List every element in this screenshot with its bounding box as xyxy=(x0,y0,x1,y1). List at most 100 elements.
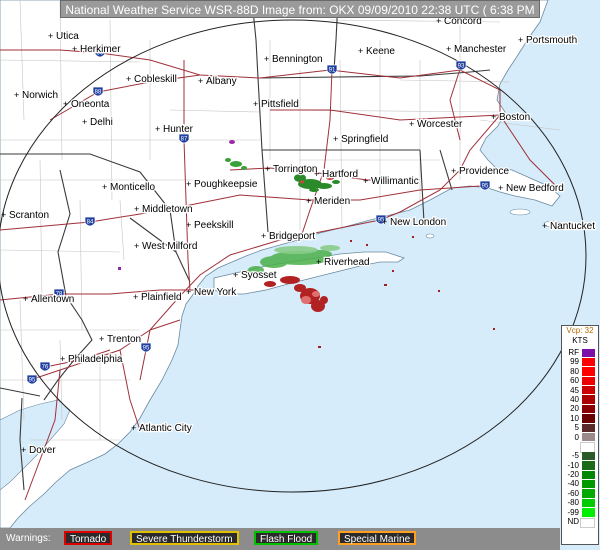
city-marker: + xyxy=(542,221,547,231)
legend-value: 20 xyxy=(570,404,579,414)
legend-swatch xyxy=(582,376,595,386)
city-marker: + xyxy=(133,292,138,302)
city-marker: + xyxy=(198,76,203,86)
city-name: Manchester xyxy=(454,44,507,55)
legend-value: 40 xyxy=(570,394,579,404)
legend-swatch xyxy=(582,386,595,395)
city-providence: + Providence xyxy=(451,165,511,179)
legend-swatch xyxy=(582,479,595,489)
city-name: New York xyxy=(194,287,237,298)
shield-number: 95 xyxy=(482,184,489,190)
legend-swatch xyxy=(582,508,595,517)
city-marker: + xyxy=(409,119,414,129)
city-portsmouth: + Portsmouth xyxy=(518,34,578,48)
city-name: Portsmouth xyxy=(526,35,577,46)
city-marker: + xyxy=(491,112,496,122)
city-name: Albany xyxy=(206,76,237,87)
city-marker: + xyxy=(14,90,19,100)
warning-flash-flood[interactable]: Flash Flood xyxy=(254,531,319,545)
city-atlantic-city: + Atlantic City xyxy=(131,422,193,436)
legend-swatch xyxy=(580,517,595,528)
city-philadelphia: + Philadelphia xyxy=(60,353,124,367)
legend-swatch xyxy=(582,461,595,470)
shield-number: 76 xyxy=(42,365,49,371)
city-name: Norwich xyxy=(22,90,58,101)
legend-swatch xyxy=(582,348,595,357)
city-name: New Bedford xyxy=(506,183,564,194)
legend-units: KTS xyxy=(572,336,588,345)
legend-value: 60 xyxy=(570,376,579,386)
shield-number: 93 xyxy=(458,64,465,70)
warning-special-marine[interactable]: Special Marine xyxy=(338,531,417,545)
city-name: Torrington xyxy=(273,164,317,175)
interstate-shield-icon: 91 xyxy=(326,64,338,75)
city-worcester: + Worcester xyxy=(409,118,464,132)
city-bridgeport: + Bridgeport xyxy=(261,230,317,244)
city-name: Syosset xyxy=(241,270,277,281)
interstate-shield-icon: 76 xyxy=(39,361,51,372)
city-allentown: + Allentown xyxy=(23,293,76,307)
city-marker: + xyxy=(63,99,68,109)
legend-row: -99 xyxy=(562,508,598,517)
city-marker: + xyxy=(134,204,139,214)
city-middletown: + Middletown xyxy=(134,203,194,217)
legend-value: -99 xyxy=(567,507,579,517)
city-willimantic: + Willimantic xyxy=(363,175,420,189)
legend-value: 10 xyxy=(570,413,579,423)
city-bennington: + Bennington xyxy=(264,53,324,67)
city-marker: + xyxy=(102,182,107,192)
shield-number: 95 xyxy=(143,346,150,352)
legend-swatch xyxy=(582,451,595,461)
city-marker: + xyxy=(23,294,28,304)
city-name: Dover xyxy=(29,445,56,456)
legend-value: 80 xyxy=(570,366,579,376)
city-name: Utica xyxy=(56,31,79,42)
legend-swatch xyxy=(582,395,595,404)
marthas-vineyard xyxy=(509,208,531,216)
legend-value: ND xyxy=(567,517,579,527)
legend-row xyxy=(562,442,598,453)
city-peekskill: + Peekskill xyxy=(186,219,235,233)
city-marker: + xyxy=(306,196,311,206)
echo-rf xyxy=(229,140,235,144)
city-delhi: + Delhi xyxy=(82,116,114,130)
city-marker: + xyxy=(446,44,451,54)
city-marker: + xyxy=(134,241,139,251)
legend-value: -60 xyxy=(567,488,579,498)
city-herkimer: + Herkimer xyxy=(72,43,122,57)
city-name: Bennington xyxy=(272,54,323,65)
legend-row: 80 xyxy=(562,367,598,376)
city-name: Herkimer xyxy=(80,44,121,55)
city-name: Philadelphia xyxy=(68,354,123,365)
legend-swatch xyxy=(582,414,595,423)
legend-value: -80 xyxy=(567,498,579,508)
page-title: National Weather Service WSR-88D Image f… xyxy=(60,0,540,35)
warning-tornado[interactable]: Tornado xyxy=(64,531,113,545)
city-name: Springfield xyxy=(341,134,388,145)
interstate-shield-icon: 84 xyxy=(84,216,96,227)
city-marker: + xyxy=(316,257,321,267)
legend-row: -80 xyxy=(562,498,598,507)
city-name: Nantucket xyxy=(550,221,595,232)
shield-number: 84 xyxy=(87,220,94,226)
legend-rows: RF 99 80 60 45 40 20 10 5 0 -5 -10 -20 -40 -60 -80 -99 ND xyxy=(562,348,598,528)
city-scranton: + Scranton xyxy=(1,209,50,223)
shield-number: 95 xyxy=(29,378,36,384)
city-marker: + xyxy=(21,445,26,455)
city-name: Poughkeepsie xyxy=(194,179,258,190)
legend-vcp: Vcp: 32 xyxy=(566,326,594,335)
legend-value: -5 xyxy=(571,451,579,461)
legend-row: 5 xyxy=(562,423,598,432)
city-marker: + xyxy=(382,217,387,227)
legend-header: Vcp: 32 KTS xyxy=(562,326,598,348)
legend-swatch xyxy=(582,489,595,498)
city-monticello: + Monticello xyxy=(102,181,157,195)
city-name: Delhi xyxy=(90,117,113,128)
city-name: Cobleskill xyxy=(134,74,177,85)
legend-row: 20 xyxy=(562,404,598,413)
legend-value: -20 xyxy=(567,470,579,480)
city-name: Middletown xyxy=(142,204,193,215)
warning-severe-thunderstorm[interactable]: Severe Thunderstorm xyxy=(130,531,239,545)
legend-swatch xyxy=(582,404,595,414)
city-riverhead: + Riverhead xyxy=(316,256,371,270)
